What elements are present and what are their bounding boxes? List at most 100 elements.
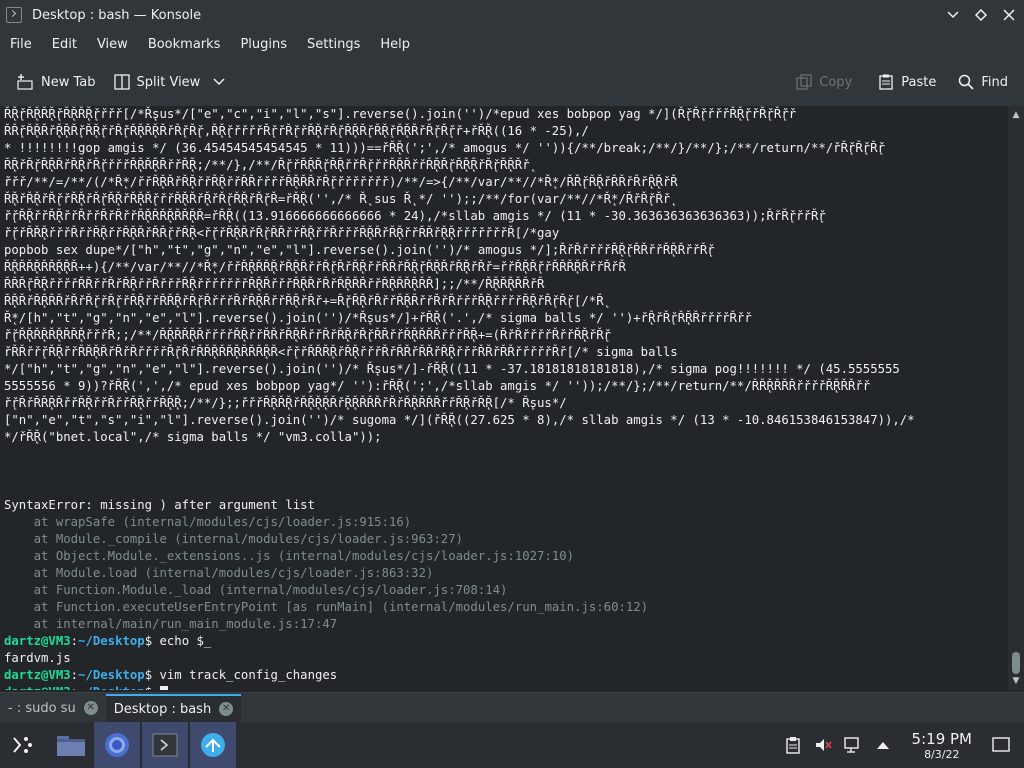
clock-date: 8/3/22: [924, 747, 960, 761]
prompt-path: ~/Desktop: [78, 634, 145, 648]
stack-trace-line: at Function.executeUserEntryPoint [as ru…: [4, 600, 649, 614]
terminal-content: Ř̨Ř̨řŘ̨ŘŘ̨Ř̨řŘ̨ŘŘ̨Ř̨řřřř[/*Ř̨sus*/["e","…: [0, 106, 1008, 690]
prompt-line: dartz@VM3:~/Desktop$ vim track_config_ch…: [4, 667, 1008, 684]
volume-muted-icon[interactable]: [808, 736, 838, 754]
app-launcher-button[interactable]: [0, 722, 44, 768]
terminal-line: * !!!!!!!!gop amgis */ (36.4545454545454…: [4, 141, 885, 155]
close-tab-icon[interactable]: ✕: [83, 701, 98, 715]
prompt-symbol: $: [144, 668, 153, 682]
terminal-line: Ř̨Ř̨řŘ̨ŘŘ̨Ř̨řŘ̨ŘŘ̨Ř̨řřřř[/*Ř̨sus*/["e","…: [4, 107, 797, 121]
command-text: vim track_config_changes: [152, 668, 338, 682]
menu-bar: File Edit View Bookmarks Plugins Setting…: [0, 30, 1024, 58]
new-tab-label: New Tab: [41, 74, 96, 90]
menu-edit[interactable]: Edit: [42, 37, 87, 52]
tab-desktop-bash[interactable]: Desktop : bash ✕: [105, 694, 242, 722]
menu-file[interactable]: File: [0, 37, 42, 52]
scrollbar-thumb[interactable]: [1012, 652, 1020, 674]
prompt-user: dartz@VM3: [4, 634, 71, 648]
find-button[interactable]: Find: [952, 66, 1014, 98]
stack-trace-line: at Function.Module._load (internal/modul…: [4, 583, 508, 597]
menu-settings[interactable]: Settings: [297, 37, 370, 52]
terminal-line: */řŘ̨Ř("bnet.local",/* sigma balls */ "v…: [4, 430, 382, 444]
split-view-label: Split View: [136, 74, 201, 90]
stack-trace-line: at Module.load (internal/modules/cjs/loa…: [4, 566, 434, 580]
konsole-app-icon: [6, 7, 22, 23]
terminal-line: Ř̨ŘřŘ̨ŘřŘ̨řřŘ̨ŘřŘ̨řŘ̨ŘřŘ̨ŘŘ̨řřřŘ̨ŘŘř̨ŘřŘ…: [4, 192, 671, 206]
terminal-line: ř̨řřŘŘ̨ŘřřřŘřřŘ̨ŘřřŘ̨ŘŘřŘŘ̨řřŘ̨Ř<ř̨řřŘ̨Ř…: [4, 226, 560, 240]
clock-time: 5:19 PM: [911, 729, 972, 748]
new-tab-button[interactable]: New Tab: [10, 66, 102, 98]
toolbar: New Tab Split View Copy Paste Find: [0, 58, 1024, 107]
search-icon: [959, 74, 974, 90]
terminal-line: Ř̨*/[h","t","g","n","e","l"].reverse().j…: [4, 311, 752, 325]
clock[interactable]: 5:19 PM 8/3/22: [912, 730, 972, 761]
paste-button[interactable]: Paste: [872, 66, 942, 98]
prompt-separator: :: [70, 634, 79, 648]
scroll-down-icon[interactable]: ▼: [1008, 674, 1024, 688]
copy-icon: [796, 74, 812, 90]
task-file-manager[interactable]: [48, 722, 94, 768]
menu-view[interactable]: View: [87, 37, 138, 52]
stack-trace-line: at Object.Module._extensions..js (intern…: [4, 549, 575, 563]
stack-trace-line: at wrapSafe (internal/modules/cjs/loader…: [4, 515, 412, 529]
terminal-view[interactable]: Ř̨Ř̨řŘ̨ŘŘ̨Ř̨řŘ̨ŘŘ̨Ř̨řřřř[/*Ř̨sus*/["e","…: [0, 106, 1008, 690]
terminal-line: ř̨řŘřŘŘ̨ŘŘřřŘ̨ŘřřŘřřŘ̨ŘřřŘ̨Ř̨Ř;/**/};;řř…: [4, 396, 567, 410]
taskbar: 5:19 PM 8/3/22: [0, 722, 1024, 768]
stack-trace-line: at internal/main/run_main_module.js:17:4…: [4, 617, 338, 631]
remote-desktop-icon: [201, 733, 225, 757]
prompt-separator: :: [70, 668, 79, 682]
terminal-line: řřř/**/=/**/(/*Ř̨*/řřŘ̨ŘŘřŘ̨ŘřřŘ̨ŘřřŘŘřř…: [4, 175, 678, 189]
prompt-separator: :: [71, 685, 78, 690]
prompt-symbol: $: [144, 634, 153, 648]
terminal-line: 5555556 * 9))?řŘ̨Ř(',',/* epud xes bobpo…: [4, 379, 871, 393]
menu-help[interactable]: Help: [370, 37, 420, 52]
clipboard-icon[interactable]: [778, 736, 808, 754]
terminal-line: popbob sex dupe*/["h","t","g","n","e","l…: [4, 243, 715, 257]
paste-icon: [879, 74, 893, 90]
scroll-up-icon[interactable]: ▲: [1008, 108, 1024, 122]
copy-button[interactable]: Copy: [790, 66, 858, 98]
stack-trace-line: at Module._compile (internal/modules/cjs…: [4, 532, 464, 546]
prompt-line: dartz@VM3:~/Desktop$: [4, 684, 1008, 690]
terminal-line: Ř̨ŘŘŘ̨ŘŘŘ̨Ř̨ŘŘ++){/**/var/**//*Ř̨*/řřŘ̨Ř…: [4, 260, 626, 274]
chevron-down-icon: [213, 78, 225, 85]
text-cursor: [159, 685, 168, 690]
network-icon[interactable]: [838, 736, 868, 754]
command-output: fardvm.js: [4, 651, 71, 665]
chevron-down-icon: [947, 11, 959, 19]
terminal-scrollbar[interactable]: ▲ ▼: [1008, 106, 1024, 690]
chromium-icon: [105, 733, 129, 757]
close-icon: [1003, 9, 1015, 21]
title-bar: Desktop : bash — Konsole: [0, 0, 1024, 30]
close-tab-icon[interactable]: ✕: [219, 702, 234, 716]
minimize-button[interactable]: [944, 6, 962, 24]
terminal-line: ř̨řŘ̨ŘřřŘ̨ŘřřŘřřŘřŘřřŘ̨ŘŘŘ̨ŘŘŘ̨ŘŘ=řŘ̨Ř((…: [4, 209, 826, 223]
window-controls: [944, 0, 1018, 30]
prompt-symbol: $: [145, 685, 152, 690]
app-launcher-icon: [13, 737, 32, 753]
terminal-line: Ř̨ŘřŘ̨řŘ̨ŘŘřŘ̨ŘřŘ̨řřřřŘ̨ŘŘ̨ŘŘřřŘ̨Ř;/**/}…: [4, 158, 530, 172]
terminal-line: ["n","e","t","s","i","l"].reverse().join…: [4, 413, 915, 427]
find-label: Find: [981, 74, 1008, 90]
terminal-line: ŘŘŘ̨řŘ̨ŘřřřřŘŘřřŘřŘ̨ŘřřŘřřřŘ̨ŘřřřřřřřŘ̨Ř…: [4, 277, 545, 291]
menu-plugins[interactable]: Plugins: [230, 37, 297, 52]
show-desktop-icon[interactable]: [986, 737, 1016, 753]
menu-bookmarks[interactable]: Bookmarks: [138, 37, 231, 52]
maximize-button[interactable]: [972, 6, 990, 24]
split-view-button[interactable]: Split View: [108, 66, 232, 98]
tab-bar: - : sudo su ✕ Desktop : bash ✕: [0, 692, 1024, 723]
terminal-line: řŘŘřř̨řŘ̨ŘřřŘŘ̨ŘŘřŘřŘřřřřŘ̨řŘřŘŘ̨ŘŘŘ̨ŘŘŘ…: [4, 345, 678, 359]
tab-sudo-su[interactable]: - : sudo su ✕: [0, 694, 106, 722]
show-hidden-icons-arrow-icon[interactable]: [868, 740, 898, 750]
terminal-line: */["h","t","g","n","e","l"].reverse().jo…: [4, 362, 900, 376]
close-window-button[interactable]: [1000, 6, 1018, 24]
command-text: echo $_: [152, 634, 212, 648]
task-konsole[interactable]: [142, 722, 188, 768]
tab-label: - : sudo su: [8, 700, 76, 716]
prompt-line: dartz@VM3:~/Desktop$ echo $_: [4, 633, 1008, 650]
task-browser[interactable]: [94, 722, 140, 768]
prompt-user: dartz@VM3: [4, 668, 71, 682]
task-remote-app[interactable]: [190, 722, 236, 768]
